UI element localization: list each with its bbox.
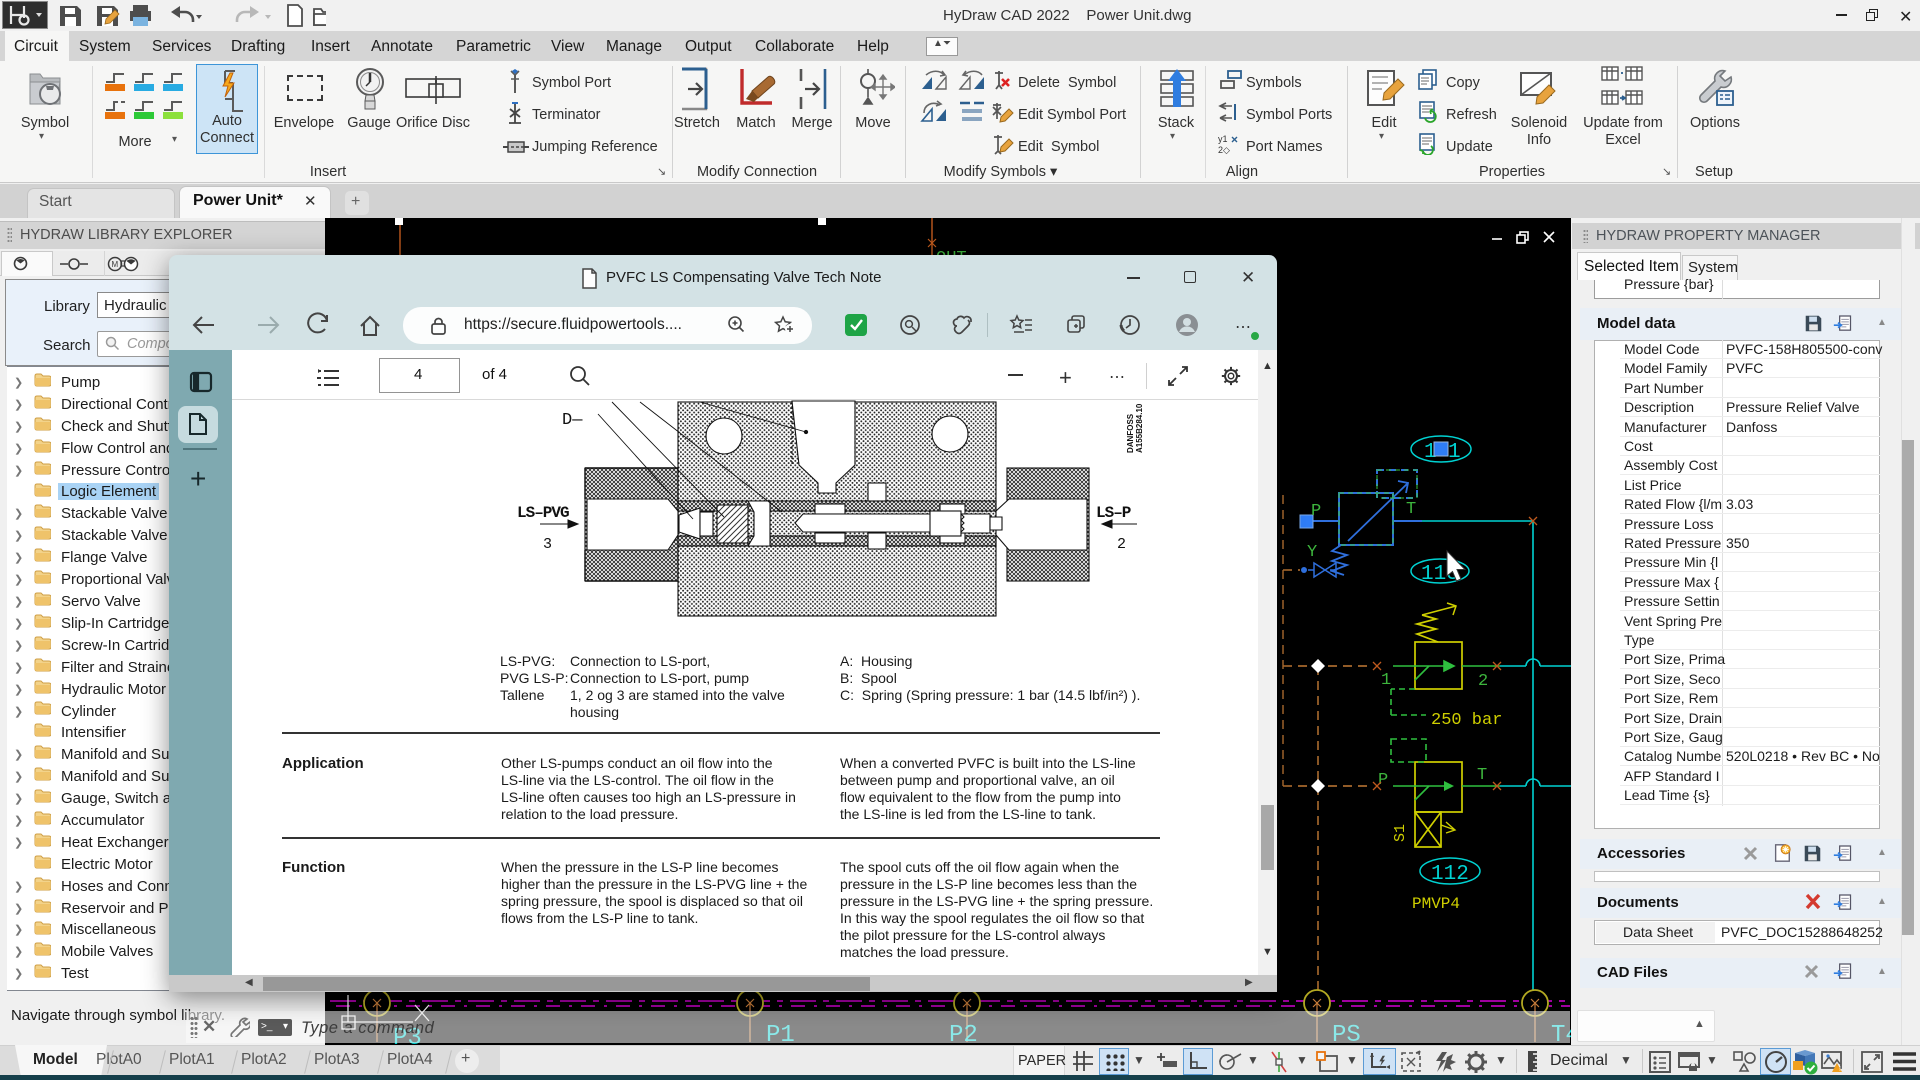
svg-text:2◇: 2◇: [1218, 145, 1230, 155]
svg-text:D—: D—: [562, 411, 583, 430]
svg-text:T: T: [1477, 766, 1487, 785]
svg-text:A155B284.10: A155B284.10: [1135, 403, 1144, 453]
svg-text:1: 1: [1381, 671, 1391, 690]
svg-text:S1: S1: [1392, 824, 1409, 842]
svg-text:PMVP4: PMVP4: [1412, 895, 1460, 913]
svg-text:250 bar: 250 bar: [1431, 711, 1502, 730]
svg-text:DANFOSS: DANFOSS: [1126, 413, 1135, 453]
svg-text:2: 2: [1478, 672, 1488, 691]
svg-text:3: 3: [543, 536, 552, 553]
svg-text:!: !: [1839, 1066, 1841, 1073]
svg-text:T: T: [1406, 500, 1416, 519]
svg-text:P: P: [1311, 502, 1321, 521]
svg-text:Y: Y: [1307, 543, 1317, 562]
svg-text:P: P: [1378, 771, 1388, 790]
svg-text:LS–PVG: LS–PVG: [517, 504, 569, 522]
svg-text:2: 2: [1117, 536, 1126, 553]
svg-text:LS–P: LS–P: [1096, 504, 1131, 522]
svg-text:y1: y1: [1218, 134, 1228, 144]
svg-text:112: 112: [1431, 863, 1469, 886]
svg-text:1: 1: [1448, 441, 1461, 464]
svg-text:M: M: [112, 260, 119, 269]
